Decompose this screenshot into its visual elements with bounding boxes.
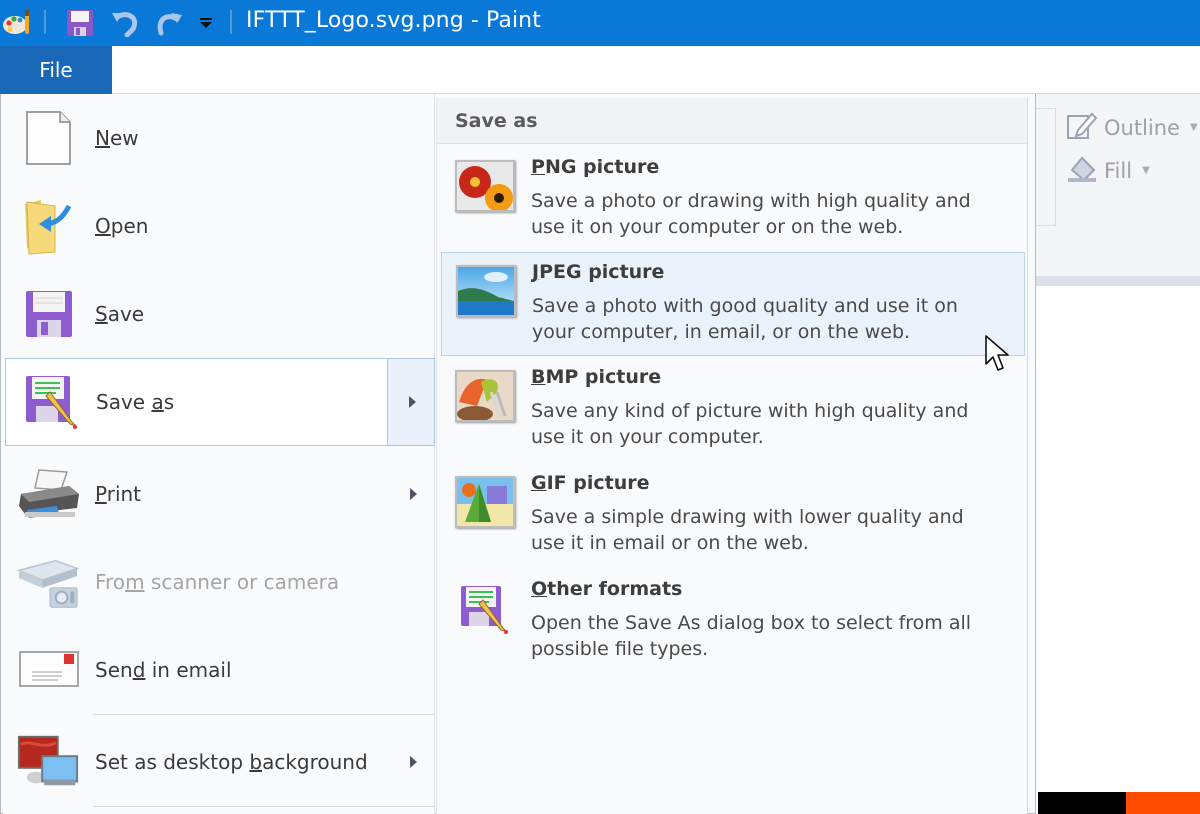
- format-description: Save a photo with good quality and use i…: [532, 295, 958, 343]
- file-menu-commands: New Open Save Save as Print From scanner…: [3, 94, 435, 814]
- format-title: PNG picture: [531, 156, 660, 178]
- menu-item-label: Send in email: [95, 658, 232, 682]
- menu-item-label: Print: [95, 482, 142, 506]
- paint-bucket-icon: [1066, 152, 1098, 189]
- other-formats-icon: [455, 582, 515, 634]
- menu-item-label: Open: [95, 214, 149, 238]
- canvas[interactable]: [1036, 286, 1200, 814]
- save-as-bmp[interactable]: BMP picture Save any kind of picture wit…: [441, 358, 1025, 462]
- canvas-image-black-region: [1038, 792, 1126, 814]
- format-title: GIF picture: [531, 472, 650, 494]
- format-title: Other formats: [531, 578, 683, 600]
- new-document-icon: [17, 106, 81, 170]
- format-description: Save a photo or drawing with high qualit…: [531, 190, 971, 238]
- toolbar-separator: [44, 10, 46, 34]
- save-as-png[interactable]: PNG picture Save a photo or drawing with…: [441, 148, 1025, 252]
- save-as-jpeg[interactable]: JPEG picture Save a photo with good qual…: [441, 252, 1025, 356]
- format-title: JPEG picture: [532, 261, 665, 283]
- submenu-title: Save as: [455, 110, 538, 132]
- format-description: Open the Save As dialog box to select fr…: [531, 612, 972, 660]
- menu-item-save-as[interactable]: Save as: [5, 358, 435, 446]
- shapes-gallery-edge[interactable]: [1036, 108, 1056, 226]
- menu-item-new[interactable]: New: [5, 94, 435, 182]
- save-disk-icon: [17, 282, 81, 346]
- toolbar-separator: [230, 10, 232, 34]
- fill-button[interactable]: Fill ▼: [1066, 152, 1150, 189]
- save-icon[interactable]: [64, 8, 96, 38]
- save-as-other-formats[interactable]: Other formats Open the Save As dialog bo…: [441, 570, 1025, 674]
- pencil-outline-icon: [1066, 110, 1098, 145]
- menu-item-print[interactable]: Print: [5, 450, 435, 538]
- format-title: BMP picture: [531, 366, 662, 388]
- menu-item-label: New: [95, 126, 139, 150]
- email-envelope-icon: [17, 638, 81, 702]
- menu-item-desktop-background[interactable]: Set as desktop background: [5, 718, 435, 806]
- menu-item-from-scanner: From scanner or camera: [5, 538, 435, 626]
- format-description: Save any kind of picture with high quali…: [531, 400, 969, 448]
- chevron-down-icon: ▼: [1189, 122, 1198, 133]
- paint-app-icon[interactable]: [2, 8, 34, 38]
- menu-item-label: Save: [95, 302, 145, 326]
- save-as-icon: [18, 370, 82, 434]
- fill-label: Fill: [1104, 158, 1133, 183]
- outline-label: Outline: [1104, 115, 1180, 140]
- menu-divider: [93, 806, 435, 807]
- menu-divider: [93, 714, 435, 715]
- menu-item-save[interactable]: Save: [5, 270, 435, 358]
- jpeg-picture-icon: [456, 265, 516, 317]
- submenu-header: Save as: [437, 98, 1027, 144]
- ribbon-tab-row: [0, 46, 1200, 94]
- menu-item-label: Set as desktop background: [95, 750, 368, 774]
- scanner-camera-icon: [17, 550, 81, 614]
- submenu-arrow-icon: [409, 396, 416, 408]
- printer-icon: [17, 462, 81, 526]
- submenu-arrow-icon: [410, 756, 417, 768]
- menu-item-send-email[interactable]: Send in email: [5, 626, 435, 714]
- title-bar: IFTTT_Logo.svg.png - Paint: [0, 0, 1200, 46]
- save-as-submenu: Save as PNG picture Save a photo or draw…: [436, 98, 1028, 814]
- menu-item-label: Save as: [96, 390, 175, 414]
- submenu-arrow-icon: [410, 488, 417, 500]
- customize-toolbar-icon[interactable]: [196, 8, 216, 38]
- png-picture-icon: [455, 160, 515, 212]
- ribbon-bottom-border: [1036, 276, 1200, 286]
- gif-picture-icon: [455, 476, 515, 528]
- menu-item-open[interactable]: Open: [5, 182, 435, 270]
- window-title: IFTTT_Logo.svg.png - Paint: [246, 8, 541, 33]
- desktop-background-icon: [17, 730, 81, 794]
- chevron-down-icon: ▼: [1142, 165, 1150, 176]
- menu-item-label: From scanner or camera: [95, 570, 340, 594]
- save-as-gif[interactable]: GIF picture Save a simple drawing with l…: [441, 464, 1025, 568]
- outline-button[interactable]: Outline ▼: [1066, 110, 1198, 145]
- bmp-picture-icon: [455, 370, 515, 422]
- file-tab[interactable]: File: [0, 46, 112, 94]
- canvas-image-orange-region: [1126, 792, 1200, 814]
- redo-icon[interactable]: [152, 8, 184, 38]
- mouse-cursor-icon: [984, 334, 1010, 378]
- format-description: Save a simple drawing with lower quality…: [531, 506, 964, 554]
- undo-icon[interactable]: [110, 8, 142, 38]
- open-folder-icon: [17, 194, 81, 258]
